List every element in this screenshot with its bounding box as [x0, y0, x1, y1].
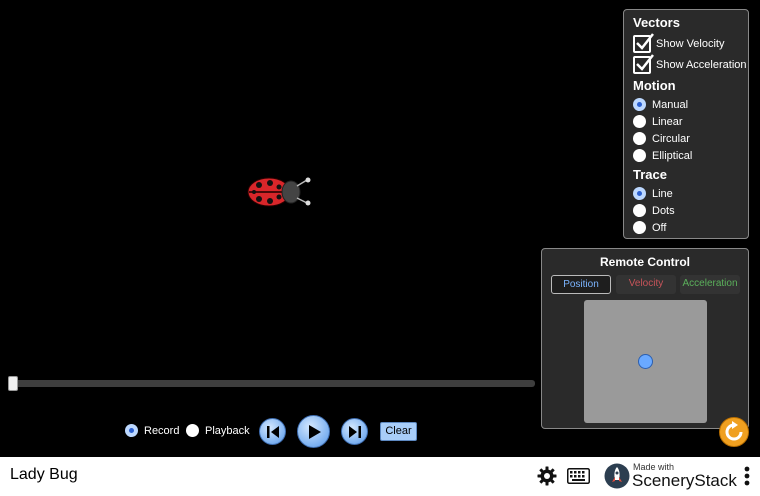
time-slider-thumb[interactable] [8, 376, 18, 391]
playback-radio[interactable]: Playback [186, 424, 250, 437]
motion-option-label: Elliptical [652, 149, 693, 162]
record-radio[interactable]: Record [125, 424, 179, 437]
reset-icon [725, 421, 743, 441]
trace-option-label: Off [652, 221, 667, 234]
tab-velocity[interactable]: Velocity [616, 275, 676, 294]
step-forward-button[interactable] [341, 418, 368, 445]
keyboard-icon[interactable] [567, 468, 590, 484]
play-area: Vectors Show Velocity Show Acceleration … [0, 0, 760, 457]
clear-button[interactable]: Clear [380, 422, 417, 441]
remote-control-handle[interactable] [638, 354, 653, 369]
radio-unselected [633, 115, 646, 128]
radio-unselected [186, 424, 199, 437]
trace-option-label: Dots [652, 204, 675, 217]
play-icon [308, 424, 321, 439]
tab-position[interactable]: Position [551, 275, 611, 294]
control-panel: Vectors Show Velocity Show Acceleration … [623, 9, 749, 239]
motion-elliptical-radio[interactable]: Elliptical [633, 147, 748, 164]
remote-control-panel: Remote Control Position Velocity Acceler… [541, 248, 749, 429]
kebab-menu-icon[interactable] [744, 466, 750, 486]
trace-line-radio[interactable]: Line [633, 185, 748, 202]
tab-acceleration[interactable]: Acceleration [680, 275, 740, 294]
checkmark-icon [633, 53, 654, 74]
radio-unselected [633, 149, 646, 162]
playback-label: Playback [205, 424, 250, 437]
remote-control-title: Remote Control [600, 255, 690, 269]
motion-option-label: Manual [652, 98, 689, 111]
trace-option-label: Line [652, 187, 673, 200]
trace-dots-radio[interactable]: Dots [633, 202, 748, 219]
radio-unselected [633, 221, 646, 234]
step-back-button[interactable] [259, 418, 286, 445]
radio-unselected [633, 132, 646, 145]
motion-linear-radio[interactable]: Linear [633, 113, 748, 130]
radio-unselected [633, 204, 646, 217]
show-velocity-checkbox[interactable]: Show Velocity [633, 32, 748, 54]
step-back-icon [266, 425, 279, 438]
show-velocity-label: Show Velocity [656, 37, 725, 50]
radio-selected [633, 98, 646, 111]
sim-title: Lady Bug [10, 466, 78, 483]
trace-off-radio[interactable]: Off [633, 219, 748, 236]
checkmark-icon [633, 32, 654, 53]
motion-heading: Motion [633, 78, 676, 93]
show-acceleration-checkbox[interactable]: Show Acceleration [633, 53, 748, 75]
remote-control-pad[interactable] [584, 300, 707, 423]
step-forward-icon [348, 425, 361, 438]
time-slider-track[interactable] [12, 380, 535, 387]
radio-selected [125, 424, 138, 437]
motion-option-label: Linear [652, 115, 683, 128]
brand-name[interactable]: SceneryStack [632, 471, 737, 491]
trace-heading: Trace [633, 167, 667, 182]
radio-selected [633, 187, 646, 200]
motion-option-label: Circular [652, 132, 690, 145]
reset-all-button[interactable] [719, 417, 749, 447]
motion-circular-radio[interactable]: Circular [633, 130, 748, 147]
play-button[interactable] [297, 415, 330, 448]
show-acceleration-label: Show Acceleration [656, 58, 747, 71]
gear-icon[interactable] [537, 466, 557, 486]
navigation-bar: Lady Bug Made with SceneryStack [0, 457, 760, 496]
record-label: Record [144, 424, 180, 437]
ladybug-icon[interactable] [246, 172, 312, 212]
motion-manual-radio[interactable]: Manual [633, 96, 748, 113]
rocket-icon[interactable] [604, 463, 630, 489]
vectors-heading: Vectors [633, 15, 680, 30]
